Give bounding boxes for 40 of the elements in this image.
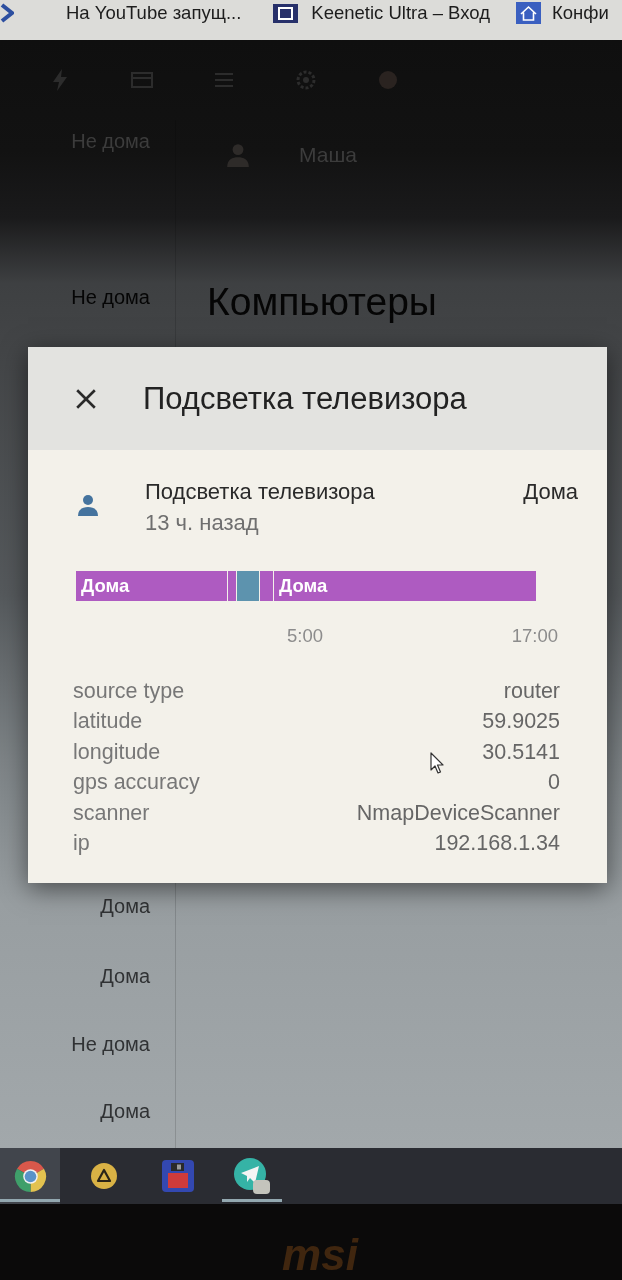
timeline-segment: Дома bbox=[76, 571, 227, 601]
attribute-label: ip bbox=[73, 829, 90, 857]
attribute-label: longitude bbox=[73, 738, 161, 766]
attribute-label: scanner bbox=[73, 799, 150, 827]
state-text: Дома bbox=[523, 479, 578, 505]
attribute-value: 192.168.1.34 bbox=[434, 829, 560, 857]
status-text: Дома bbox=[100, 895, 150, 917]
time-label: 5:00 bbox=[287, 626, 323, 646]
attribute-value: router bbox=[503, 678, 560, 705]
attribute-label: gps accuracy bbox=[73, 769, 200, 797]
cursor-icon bbox=[430, 752, 444, 774]
close-icon bbox=[75, 387, 97, 410]
square-logo-icon bbox=[273, 3, 299, 23]
status-text: Не дома bbox=[71, 286, 150, 308]
bookmark-link[interactable]: На YouTube запущ... bbox=[66, 1, 242, 25]
attribute-value: 0 bbox=[548, 769, 560, 797]
attribute-value: 30.5141 bbox=[482, 738, 560, 766]
chevron-icon[interactable] bbox=[0, 3, 14, 23]
status-text: Дома bbox=[100, 965, 150, 987]
entity-name: Подсветка телевизора bbox=[145, 479, 376, 505]
attribute-label: source type bbox=[73, 678, 185, 705]
attribute-value: 59.9025 bbox=[482, 708, 560, 736]
taskbar-button[interactable] bbox=[0, 1148, 60, 1204]
bookmark-link[interactable]: Keenetic Ultra – Вход bbox=[273, 1, 490, 25]
timeline-segment: Дома bbox=[273, 571, 536, 601]
paper-plane-icon bbox=[234, 1158, 270, 1194]
dot-icon[interactable] bbox=[376, 68, 400, 92]
status-text: Не дома bbox=[71, 1033, 150, 1055]
dialog-title: Подсветка телевизора bbox=[143, 380, 467, 417]
attribute-label: latitude bbox=[73, 708, 143, 736]
section-heading: Компьютеры bbox=[207, 279, 437, 325]
person-icon bbox=[225, 142, 251, 168]
house-icon bbox=[515, 2, 541, 24]
tricolor-ring-icon bbox=[13, 1159, 47, 1193]
last-changed-text: 13 ч. назад bbox=[145, 510, 260, 536]
person-icon bbox=[76, 493, 100, 517]
attribute-value: NmapDeviceScanner bbox=[356, 799, 560, 827]
time-label: 17:00 bbox=[511, 626, 558, 646]
bookmark-link[interactable]: Конфи bbox=[515, 1, 609, 25]
status-text: Дома bbox=[100, 1100, 150, 1122]
